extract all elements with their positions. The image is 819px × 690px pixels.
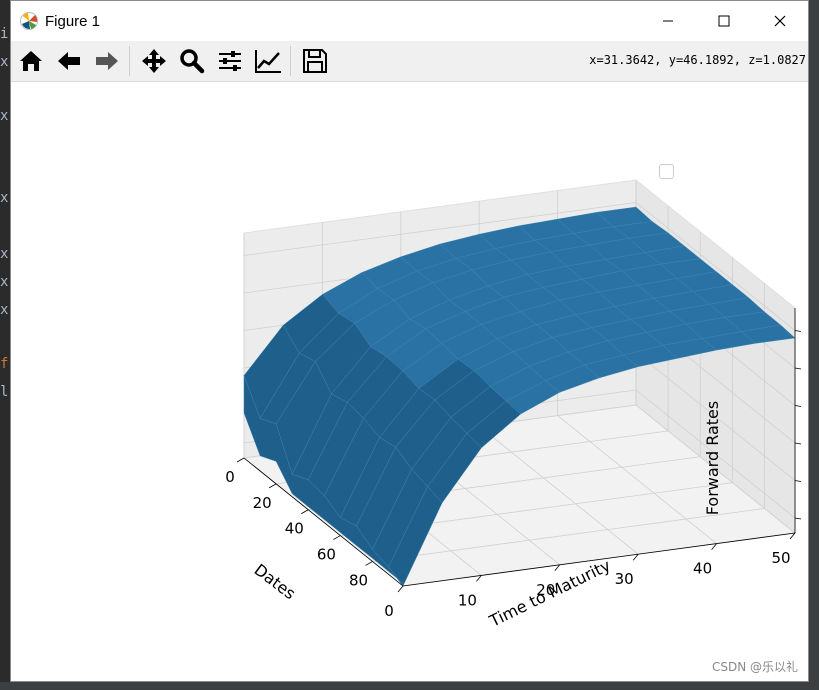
title-bar: Figure 1	[11, 1, 808, 41]
toolbar-separator	[290, 46, 291, 76]
pan-icon	[142, 49, 166, 73]
x-tick	[365, 561, 373, 566]
background-bottom-panel	[0, 682, 819, 690]
z-tick	[794, 480, 802, 482]
maximize-button[interactable]	[696, 1, 752, 41]
x-tick-label: 20	[253, 494, 272, 512]
x-tick	[268, 483, 277, 489]
maximize-icon	[718, 15, 730, 27]
figure-window: Figure 1 x=31.3642, y=46.1892, z=1.0827 …	[10, 0, 819, 682]
z-tick-label: 2.25	[807, 398, 808, 416]
zoom-button[interactable]	[174, 43, 210, 79]
watermark: CSDN @乐以礼	[711, 660, 798, 674]
z-tick-label: 2.00	[807, 435, 808, 453]
x-tick	[333, 535, 341, 540]
z-tick	[794, 367, 802, 370]
zoom-icon	[180, 49, 205, 74]
toolbar-separator	[129, 46, 130, 76]
z-tick-label: 2.50	[807, 360, 808, 378]
matplotlib-icon	[20, 12, 38, 30]
y-tick	[397, 585, 404, 593]
surface-plot[interactable]: 020406080010203040501.501.752.002.252.50…	[11, 82, 819, 681]
x-tick-label: 40	[285, 520, 304, 538]
close-icon	[774, 15, 786, 27]
background-code-glyph: x	[0, 274, 9, 290]
y-tick-label: 30	[615, 570, 634, 588]
configure-subplots-icon	[219, 51, 241, 71]
x-tick-label: 0	[225, 468, 235, 486]
pan-button[interactable]	[136, 43, 172, 79]
close-button[interactable]	[752, 1, 808, 41]
z-axis-label: Forward Rates	[703, 401, 722, 515]
cursor-coordinates: x=31.3642, y=46.1892, z=1.0827	[589, 53, 806, 67]
back-icon	[58, 52, 80, 70]
y-tick-label: 50	[771, 549, 790, 567]
z-tick	[794, 517, 802, 520]
legend-box	[659, 164, 674, 179]
back-button[interactable]	[51, 43, 87, 79]
save-icon	[303, 49, 327, 73]
save-button[interactable]	[297, 43, 333, 79]
z-tick	[794, 405, 802, 407]
figure-canvas[interactable]: 020406080010203040501.501.752.002.252.50…	[11, 82, 819, 681]
background-code-glyph: x	[0, 108, 9, 124]
background-code-glyph: x	[0, 246, 9, 262]
z-tick-label: 1.75	[807, 473, 808, 491]
forward-icon	[96, 52, 118, 70]
home-icon	[20, 51, 42, 71]
background-code-glyph: x	[0, 190, 9, 206]
y-tick-label: 40	[693, 560, 712, 578]
z-tick-label: 2.75	[807, 323, 808, 341]
window-title: Figure 1	[45, 12, 101, 30]
home-button[interactable]	[13, 43, 49, 79]
background-code-glyph: i	[0, 26, 9, 42]
x-tick-label: 80	[349, 571, 368, 589]
x-tick-label: 60	[317, 546, 336, 564]
x-axis-label: Dates	[251, 560, 300, 603]
minimize-button[interactable]	[640, 1, 696, 41]
x-tick	[236, 457, 245, 463]
navigation-toolbar: x=31.3642, y=46.1892, z=1.0827	[11, 41, 808, 82]
forward-button[interactable]	[89, 43, 125, 79]
edit-axis-icon	[255, 50, 281, 73]
background-code-glyph: x	[0, 302, 9, 318]
configure-subplots-button[interactable]	[212, 43, 248, 79]
x-tick	[301, 509, 309, 515]
y-tick-label: 10	[458, 591, 477, 609]
edit-axis-button[interactable]	[250, 43, 286, 79]
background-code-glyph: x	[0, 54, 9, 70]
minimize-icon	[663, 20, 673, 22]
background-code-glyph: f	[0, 356, 9, 372]
z-tick	[794, 442, 802, 445]
background-code-glyph: l	[0, 384, 9, 400]
y-tick-label: 0	[384, 602, 394, 620]
z-tick	[794, 330, 802, 332]
z-tick-label: 1.50	[807, 510, 808, 528]
background-right-panel	[809, 0, 819, 690]
